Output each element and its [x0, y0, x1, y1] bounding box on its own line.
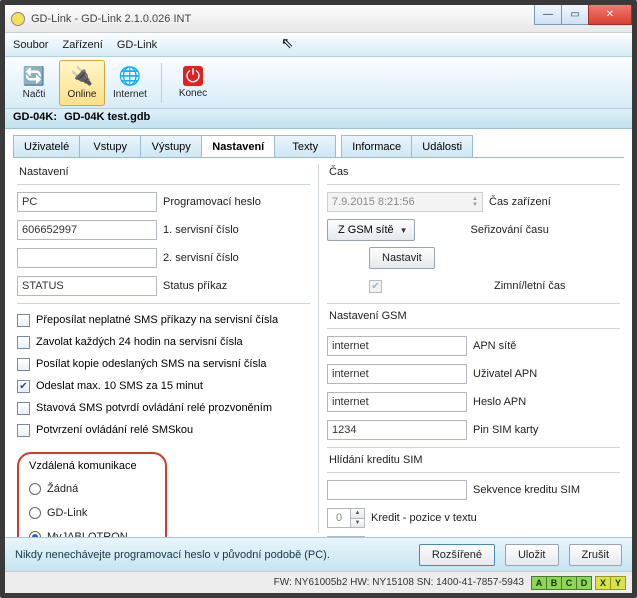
tabstrip: Uživatelé Vstupy Výstupy Nastavení Texty…: [5, 129, 632, 157]
chk-preposilat[interactable]: [17, 314, 30, 327]
section-cas: Čas: [329, 166, 620, 178]
chk-zimni: ✔: [369, 280, 382, 293]
chk-potvrzeni[interactable]: [17, 424, 30, 437]
tab-vystupy[interactable]: Výstupy: [140, 135, 202, 157]
tab-informace[interactable]: Informace: [341, 135, 412, 157]
close-button[interactable]: ✕: [588, 5, 632, 25]
badge-d: D: [576, 576, 592, 590]
tab-content: Nastavení PC Programovací heslo 60665299…: [13, 157, 624, 537]
menu-gdlink[interactable]: GD-Link: [117, 39, 157, 51]
zimni-label: Zimní/letní čas: [494, 280, 566, 292]
pin-field[interactable]: 1234: [327, 420, 467, 440]
radio-gdlink[interactable]: [29, 507, 41, 519]
servis1-label: 1. servisní číslo: [163, 224, 239, 236]
tab-nastaveni[interactable]: Nastavení: [201, 135, 275, 157]
nastavit-button[interactable]: Nastavit: [369, 247, 435, 269]
prog-heslo-field[interactable]: PC: [17, 192, 157, 212]
app-window: GD-Link - GD-Link 2.1.0.026 INT — ▭ ✕ So…: [0, 0, 637, 598]
bottom-message: Nikdy nenechávejte programovací heslo v …: [15, 549, 409, 561]
section-nastaveni: Nastavení: [19, 166, 310, 178]
seq-field[interactable]: [327, 480, 467, 500]
tab-uzivatele[interactable]: Uživatelé: [13, 135, 80, 157]
fw-info: FW: NY61005b2 HW: NY15108 SN: 1400-41-78…: [274, 577, 524, 588]
tab-udalosti[interactable]: Události: [411, 135, 473, 157]
menubar: Soubor Zařízení GD-Link ⇖: [5, 33, 632, 57]
badge-y: Y: [610, 576, 626, 590]
apn-field[interactable]: internet: [327, 336, 467, 356]
servis2-field[interactable]: [17, 248, 157, 268]
filebar: GD-04K: GD-04K test.gdb: [5, 109, 632, 129]
refresh-icon: 🔄: [23, 65, 45, 87]
toolbar-separator: [161, 63, 162, 103]
spinner-icon: ▲▼: [472, 196, 478, 208]
datetime-field[interactable]: 7.9.2015 8:21:56 ▲▼: [327, 192, 483, 212]
remote-comm-box: Vzdálená komunikace Žádná GD-Link MyJABL…: [17, 452, 167, 537]
badge-x: X: [595, 576, 611, 590]
chk-stavova[interactable]: [17, 402, 30, 415]
apn-pass-field[interactable]: internet: [327, 392, 467, 412]
zrusit-button[interactable]: Zrušit: [569, 544, 623, 566]
left-column: Nastavení PC Programovací heslo 60665299…: [17, 164, 310, 533]
bottom-bar: Nikdy nenechávejte programovací heslo v …: [5, 537, 632, 571]
badge-c: C: [561, 576, 577, 590]
rozsirene-button[interactable]: Rozšířené: [419, 544, 495, 566]
chevron-down-icon: ▼: [400, 226, 408, 235]
radio-zadna[interactable]: [29, 483, 41, 495]
minimize-button[interactable]: —: [534, 5, 562, 25]
ulozit-button[interactable]: Uložit: [505, 544, 559, 566]
tab-vstupy[interactable]: Vstupy: [79, 135, 141, 157]
chk-posilat-kopie[interactable]: [17, 358, 30, 371]
chk-odeslat-max[interactable]: ✔: [17, 380, 30, 393]
status-label: Status příkaz: [163, 280, 227, 292]
right-column: Čas 7.9.2015 8:21:56 ▲▼ Čas zařízení Z G…: [318, 164, 620, 533]
cas-zarizeni-label: Čas zařízení: [489, 196, 551, 208]
tab-texty[interactable]: Texty: [274, 135, 336, 157]
plug-icon: 🔌: [71, 65, 93, 87]
time-source-dropdown[interactable]: Z GSM sítě ▼: [327, 219, 415, 241]
window-title: GD-Link - GD-Link 2.1.0.026 INT: [31, 13, 191, 25]
toolbar-nacti[interactable]: 🔄 Načti: [11, 60, 57, 106]
servis1-field[interactable]: 606652997: [17, 220, 157, 240]
maximize-button[interactable]: ▭: [561, 5, 589, 25]
toolbar-internet[interactable]: 🌐 Internet: [107, 60, 153, 106]
servis2-label: 2. servisní číslo: [163, 252, 239, 264]
status-badges: A B C D X Y: [532, 576, 626, 590]
status-bar: FW: NY61005b2 HW: NY15108 SN: 1400-41-78…: [5, 571, 632, 593]
power-icon: ⏻: [183, 66, 203, 86]
toolbar-konec[interactable]: ⏻ Konec: [170, 60, 216, 106]
section-gsm: Nastavení GSM: [329, 310, 620, 322]
menu-soubor[interactable]: Soubor: [13, 39, 48, 51]
toolbar-online[interactable]: 🔌 Online: [59, 60, 105, 106]
file-name: GD-04K test.gdb: [64, 111, 150, 123]
chk-zavolat[interactable]: [17, 336, 30, 349]
toolbar: 🔄 Načti 🔌 Online 🌐 Internet ⏻ Konec: [5, 57, 632, 109]
badge-b: B: [546, 576, 562, 590]
menu-zarizeni[interactable]: Zařízení: [62, 39, 102, 51]
section-kredit: Hlídání kreditu SIM: [329, 454, 620, 466]
cursor-icon: ⇖: [281, 34, 294, 52]
apn-user-field[interactable]: internet: [327, 364, 467, 384]
globe-icon: 🌐: [119, 65, 141, 87]
prog-heslo-label: Programovací heslo: [163, 196, 261, 208]
remote-title: Vzdálená komunikace: [29, 460, 155, 472]
status-field[interactable]: STATUS: [17, 276, 157, 296]
app-icon: [11, 12, 25, 26]
device-prefix: GD-04K:: [13, 111, 57, 123]
kredit-pozice-spin[interactable]: 0▲▼: [327, 508, 365, 528]
badge-a: A: [531, 576, 547, 590]
titlebar: GD-Link - GD-Link 2.1.0.026 INT — ▭ ✕: [5, 5, 632, 33]
serizovani-label: Seřizování času: [471, 224, 549, 236]
